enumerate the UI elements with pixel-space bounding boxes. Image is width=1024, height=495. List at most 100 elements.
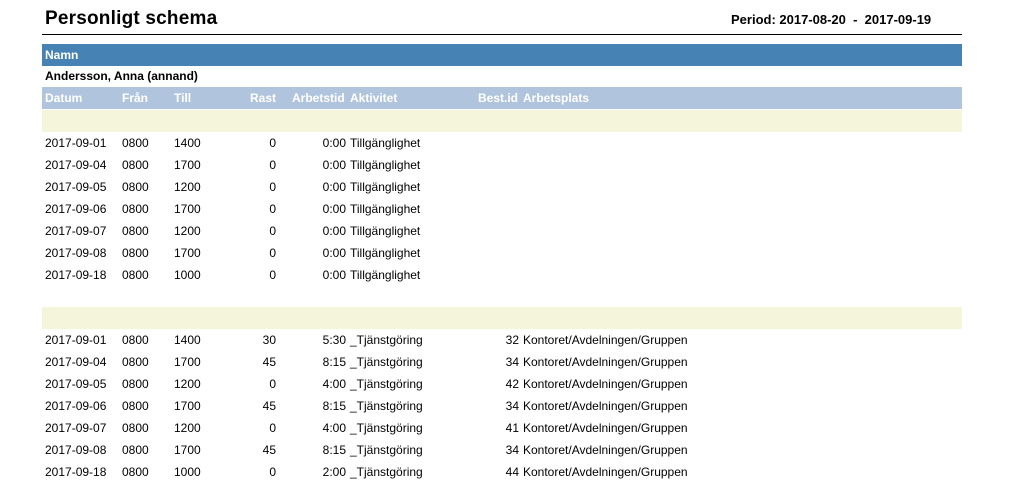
- group-band: [42, 307, 962, 329]
- cell-fran: 0800: [122, 136, 149, 150]
- table-row: 2017-09-04 0800 1700 0 0:00 Tillgänglighet: [0, 154, 1024, 176]
- cell-till: 1200: [174, 377, 201, 391]
- cell-till: 1700: [174, 246, 201, 260]
- cell-aktivitet: Tillgänglighet: [350, 268, 421, 282]
- cell-till: 1200: [174, 180, 201, 194]
- cell-rast: 0: [269, 377, 276, 391]
- table-row: 2017-09-08 0800 1700 0 0:00 Tillgänglighet: [0, 242, 1024, 264]
- header-divider: [42, 34, 962, 35]
- col-header-bestid: Best.id: [478, 91, 519, 105]
- cell-fran: 0800: [122, 421, 149, 435]
- cell-arbetstid: 0:00: [322, 158, 346, 172]
- cell-arbetsplats: Kontoret/Avdelningen/Gruppen: [523, 333, 688, 347]
- col-header-fran: Från: [122, 91, 149, 105]
- cell-arbetsplats: Kontoret/Avdelningen/Gruppen: [523, 399, 688, 413]
- col-header-arbetsplats: Arbetsplats: [523, 91, 590, 105]
- cell-fran: 0800: [122, 465, 149, 479]
- cell-datum: 2017-09-18: [45, 268, 107, 282]
- cell-aktivitet: _Tjänstgöring: [350, 355, 423, 369]
- cell-arbetstid: 0:00: [322, 180, 346, 194]
- cell-aktivitet: _Tjänstgöring: [350, 399, 423, 413]
- col-header-rast: Rast: [250, 91, 277, 105]
- cell-bestid: 34: [505, 443, 519, 457]
- cell-aktivitet: Tillgänglighet: [350, 158, 421, 172]
- cell-arbetsplats: Kontoret/Avdelningen/Gruppen: [523, 355, 688, 369]
- table-row: 2017-09-05 0800 1200 0 0:00 Tillgänglighet: [0, 176, 1024, 198]
- col-header-aktivitet: Aktivitet: [350, 91, 398, 105]
- cell-rast: 45: [262, 399, 276, 413]
- cell-till: 1000: [174, 268, 201, 282]
- table-row: 2017-09-01 0800 1400 30 5:30 _Tjänstgöring 32 K…: [0, 329, 1024, 351]
- person-name: Andersson, Anna (annand): [45, 69, 198, 83]
- cell-rast: 0: [269, 158, 276, 172]
- cell-arbetstid: 0:00: [322, 202, 346, 216]
- table-row: 2017-09-04 0800 1700 45 8:15 _Tjänstgöring 34 K…: [0, 351, 1024, 373]
- period-range: Period: 2017-08-20 - 2017-09-19: [731, 12, 932, 27]
- cell-fran: 0800: [122, 224, 149, 238]
- cell-aktivitet: Tillgänglighet: [350, 136, 421, 150]
- cell-datum: 2017-09-07: [45, 224, 107, 238]
- cell-rast: 0: [269, 421, 276, 435]
- cell-arbetsplats: Kontoret/Avdelningen/Gruppen: [523, 421, 688, 435]
- cell-aktivitet: _Tjänstgöring: [350, 421, 423, 435]
- cell-till: 1700: [174, 355, 201, 369]
- cell-fran: 0800: [122, 377, 149, 391]
- cell-rast: 45: [262, 355, 276, 369]
- cell-bestid: 34: [505, 399, 519, 413]
- cell-arbetstid: 8:15: [322, 399, 346, 413]
- cell-fran: 0800: [122, 158, 149, 172]
- cell-till: 1700: [174, 399, 201, 413]
- cell-arbetstid: 5:30: [322, 333, 346, 347]
- table-row: 2017-09-01 0800 1400 0 0:00 Tillgänglighet: [0, 132, 1024, 154]
- cell-datum: 2017-09-18: [45, 465, 107, 479]
- cell-datum: 2017-09-01: [45, 333, 107, 347]
- cell-aktivitet: _Tjänstgöring: [350, 333, 423, 347]
- cell-aktivitet: _Tjänstgöring: [350, 465, 423, 479]
- page-title: Personligt schema: [45, 8, 218, 29]
- cell-arbetstid: 8:15: [322, 443, 346, 457]
- cell-till: 1400: [174, 333, 201, 347]
- cell-arbetstid: 0:00: [322, 224, 346, 238]
- cell-till: 1400: [174, 136, 201, 150]
- cell-bestid: 41: [505, 421, 519, 435]
- cell-fran: 0800: [122, 268, 149, 282]
- cell-rast: 0: [269, 180, 276, 194]
- group-band: [42, 110, 962, 132]
- cell-fran: 0800: [122, 202, 149, 216]
- col-header-till: Till: [174, 91, 192, 105]
- cell-datum: 2017-09-01: [45, 136, 107, 150]
- cell-fran: 0800: [122, 443, 149, 457]
- cell-fran: 0800: [122, 399, 149, 413]
- cell-datum: 2017-09-08: [45, 443, 107, 457]
- cell-fran: 0800: [122, 333, 149, 347]
- table-row: 2017-09-08 0800 1700 45 8:15 _Tjänstgöring 34 K…: [0, 439, 1024, 461]
- cell-rast: 30: [262, 333, 276, 347]
- cell-till: 1700: [174, 158, 201, 172]
- cell-fran: 0800: [122, 180, 149, 194]
- cell-till: 1200: [174, 224, 201, 238]
- cell-bestid: 42: [505, 377, 519, 391]
- cell-till: 1200: [174, 421, 201, 435]
- cell-datum: 2017-09-05: [45, 377, 107, 391]
- column-header-band: Datum Från Till Rast Arbetstid Aktivitet…: [42, 87, 962, 109]
- col-header-arbetstid: Arbetstid: [292, 91, 345, 105]
- cell-arbetstid: 0:00: [322, 136, 346, 150]
- cell-aktivitet: _Tjänstgöring: [350, 443, 423, 457]
- cell-arbetstid: 4:00: [322, 421, 346, 435]
- table-row: 2017-09-18 0800 1000 0 2:00 _Tjänstgöring 44 Ko…: [0, 461, 1024, 483]
- cell-arbetstid: 2:00: [322, 465, 346, 479]
- cell-aktivitet: Tillgänglighet: [350, 180, 421, 194]
- cell-rast: 45: [262, 443, 276, 457]
- cell-aktivitet: _Tjänstgöring: [350, 377, 423, 391]
- cell-aktivitet: Tillgänglighet: [350, 202, 421, 216]
- cell-arbetstid: 4:00: [322, 377, 346, 391]
- name-header-label: Namn: [45, 48, 79, 62]
- cell-arbetstid: 0:00: [322, 246, 346, 260]
- cell-rast: 0: [269, 465, 276, 479]
- cell-rast: 0: [269, 246, 276, 260]
- cell-datum: 2017-09-07: [45, 421, 107, 435]
- cell-arbetstid: 8:15: [322, 355, 346, 369]
- cell-rast: 0: [269, 224, 276, 238]
- cell-datum: 2017-09-08: [45, 246, 107, 260]
- table-row: 2017-09-06 0800 1700 45 8:15 _Tjänstgöring 34 K…: [0, 395, 1024, 417]
